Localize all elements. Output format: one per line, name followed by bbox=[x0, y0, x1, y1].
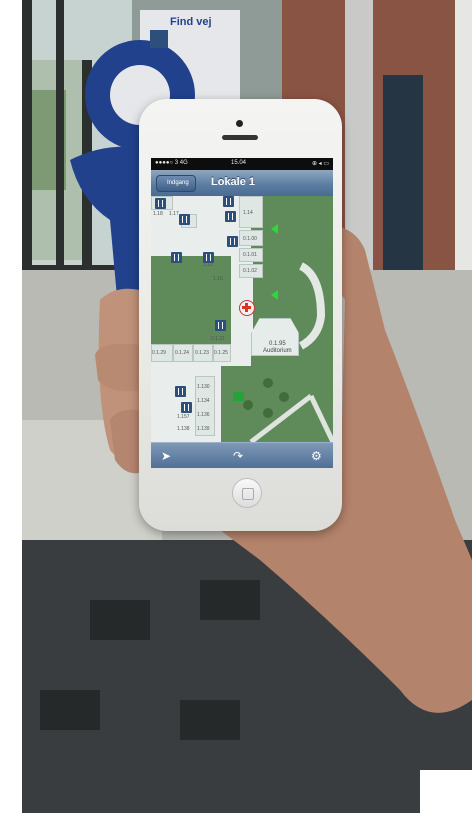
floor-plan-map[interactable]: 1.18 1.17 1.14 0.1.00 0.1.01 0.1.02 1.12… bbox=[151, 196, 333, 442]
navigation-bar: Indgang Lokale 1 bbox=[151, 170, 333, 197]
status-indicators: ⊕ ◂ ▭ bbox=[311, 161, 329, 167]
photo-scene: Find vej ●●●●○ 3 4G 15.04 ⊕ ◂ ▭ Indgang … bbox=[0, 0, 472, 813]
gear-icon[interactable]: ⚙ bbox=[311, 449, 322, 463]
route-arrow-icon[interactable]: ↷ bbox=[233, 449, 243, 463]
status-time: 15.04 bbox=[231, 160, 247, 166]
sign-title: Find vej bbox=[170, 16, 212, 28]
auditorium-number: 0.1.95 bbox=[269, 341, 286, 347]
back-button[interactable]: Indgang bbox=[156, 175, 196, 192]
status-bar: ●●●●○ 3 4G 15.04 ⊕ ◂ ▭ bbox=[151, 158, 333, 170]
earpiece bbox=[222, 135, 258, 140]
phone-screen: ●●●●○ 3 4G 15.04 ⊕ ◂ ▭ Indgang Lokale 1 … bbox=[151, 158, 333, 468]
page-title: Lokale 1 bbox=[211, 176, 256, 188]
front-camera bbox=[236, 120, 243, 127]
map-paths bbox=[249, 262, 333, 442]
home-button[interactable] bbox=[232, 478, 262, 508]
red-cross-location-icon[interactable] bbox=[239, 300, 255, 316]
auditorium-name: Auditorium bbox=[263, 348, 292, 354]
bottom-toolbar: ➤ ↷ ⚙ bbox=[151, 442, 333, 468]
carrier-signal: ●●●●○ 3 4G bbox=[155, 160, 188, 166]
auditorium-label: 0.1.95 Auditorium bbox=[263, 341, 292, 355]
location-arrow-icon[interactable]: ➤ bbox=[161, 449, 171, 463]
